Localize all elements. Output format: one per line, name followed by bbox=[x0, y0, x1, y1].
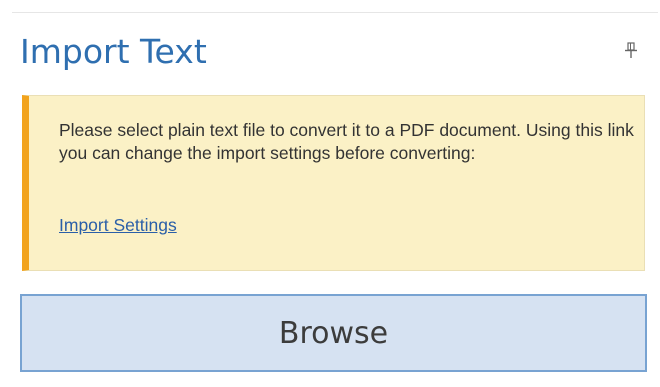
info-box: Please select plain text file to convert… bbox=[22, 95, 645, 271]
browse-button[interactable]: Browse bbox=[20, 294, 647, 372]
info-message: Please select plain text file to convert… bbox=[59, 120, 634, 163]
pin-icon[interactable] bbox=[620, 40, 642, 62]
panel-top-divider bbox=[12, 12, 658, 13]
panel-title: Import Text bbox=[20, 32, 207, 71]
import-text-panel: Import Text Please select plain text fil… bbox=[0, 0, 660, 387]
import-settings-link[interactable]: Import Settings bbox=[59, 214, 177, 237]
